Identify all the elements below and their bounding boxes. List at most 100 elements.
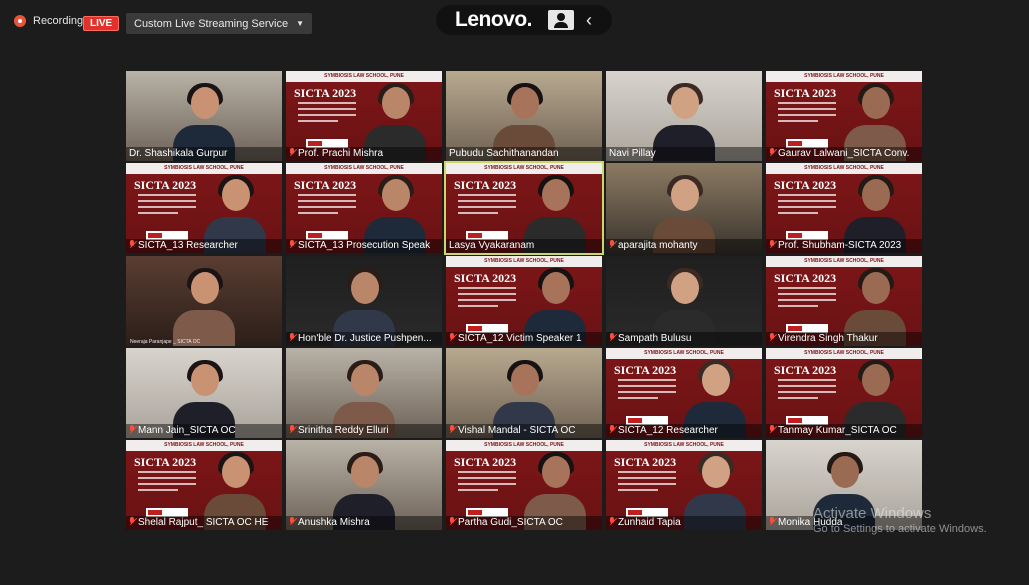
participant-name: SICTA_13 Prosecution Speak <box>298 240 431 251</box>
camera-person-icon[interactable] <box>548 10 575 30</box>
participant-tile[interactable]: Vishal Mandal - SICTA OC <box>446 348 602 438</box>
slide-title: SICTA 2023 <box>774 271 837 285</box>
participant-name: Prof. Prachi Mishra <box>298 148 384 159</box>
participant-name: Hon'ble Dr. Justice Pushpen... <box>298 333 432 344</box>
watermark-subtitle: Go to Settings to activate Windows. <box>813 523 987 535</box>
slide-text-lines <box>138 194 196 218</box>
slide-title: SICTA 2023 <box>614 455 677 469</box>
slide-text-lines <box>458 194 516 218</box>
participant-name: Vishal Mandal - SICTA OC <box>458 425 576 436</box>
mic-muted-icon <box>609 240 615 249</box>
slide-title: SICTA 2023 <box>774 363 837 377</box>
mic-muted-icon <box>289 148 295 157</box>
participant-tile[interactable]: Dr. Shashikala Gurpur <box>126 71 282 161</box>
brand-logo: Lenovo. <box>455 8 533 31</box>
chevron-left-icon[interactable]: ‹ <box>586 10 592 31</box>
participant-tile[interactable]: Pubudu Sachithanandan <box>446 71 602 161</box>
mic-muted-icon <box>449 517 455 526</box>
slide-title: SICTA 2023 <box>454 178 517 192</box>
participant-name: Pubudu Sachithanandan <box>449 148 559 159</box>
mic-muted-icon <box>129 240 135 249</box>
streaming-service-dropdown[interactable]: Custom Live Streaming Service ▼ <box>126 13 312 34</box>
participant-name-label: Dr. Shashikala Gurpur <box>126 147 282 161</box>
windows-activation-watermark: Activate Windows Go to Settings to activ… <box>813 505 987 535</box>
mic-muted-icon <box>289 333 295 342</box>
participant-name-label: SICTA_12 Researcher <box>606 424 762 438</box>
participant-name-label: SICTA_13 Researcher <box>126 239 282 253</box>
participant-tile[interactable]: SYMBIOSIS LAW SCHOOL, PUNE SICTA 2023 Part… <box>446 440 602 530</box>
slide-header: SYMBIOSIS LAW SCHOOL, PUNE <box>766 348 922 359</box>
participant-name: Zunhaid Tapia <box>618 517 681 528</box>
participant-tile[interactable]: Sampath Bulusu <box>606 256 762 346</box>
slide-header: SYMBIOSIS LAW SCHOOL, PUNE <box>286 163 442 174</box>
participant-name-label: Srinitha Reddy Elluri <box>286 424 442 438</box>
participant-tile[interactable]: Navi Pillay <box>606 71 762 161</box>
participant-name-label: Shelal Rajput_ SICTA OC HE <box>126 516 282 530</box>
mic-muted-icon <box>449 425 455 434</box>
mic-muted-icon <box>609 425 615 434</box>
slide-title: SICTA 2023 <box>454 271 517 285</box>
meeting-top-bar: Recording LIVE Custom Live Streaming Ser… <box>0 0 1029 48</box>
participant-tile[interactable]: Hon'ble Dr. Justice Pushpen... <box>286 256 442 346</box>
mic-muted-icon <box>289 425 295 434</box>
participant-tile[interactable]: Srinitha Reddy Elluri <box>286 348 442 438</box>
participant-tile[interactable]: SYMBIOSIS LAW SCHOOL, PUNE SICTA 2023 Shel… <box>126 440 282 530</box>
slide-title: SICTA 2023 <box>134 455 197 469</box>
participant-tile[interactable]: SYMBIOSIS LAW SCHOOL, PUNE SICTA 2023 SICT… <box>286 163 442 253</box>
participant-name: Lasya Vyakaranam <box>449 240 535 251</box>
mic-muted-icon <box>769 517 775 526</box>
live-badge[interactable]: LIVE <box>83 16 120 31</box>
participant-tile[interactable]: Mann Jain_SICTA OC <box>126 348 282 438</box>
participant-tile[interactable]: SYMBIOSIS LAW SCHOOL, PUNE SICTA 2023 Vire… <box>766 256 922 346</box>
participant-tile[interactable]: SYMBIOSIS LAW SCHOOL, PUNE SICTA 2023 Lasy… <box>444 161 604 255</box>
mic-muted-icon <box>609 333 615 342</box>
slide-text-lines <box>618 471 676 495</box>
participant-name-label: Anushka Mishra <box>286 516 442 530</box>
mic-muted-icon <box>289 240 295 249</box>
participant-tile[interactable]: SYMBIOSIS LAW SCHOOL, PUNE SICTA 2023 Prof… <box>286 71 442 161</box>
participant-tile[interactable]: SYMBIOSIS LAW SCHOOL, PUNE SICTA 2023 Prof… <box>766 163 922 253</box>
participant-tile[interactable]: aparajita mohanty <box>606 163 762 253</box>
participant-name: Prof. Shubham-SICTA 2023 <box>778 240 902 251</box>
participant-tile[interactable]: SYMBIOSIS LAW SCHOOL, PUNE SICTA 2023 SICT… <box>126 163 282 253</box>
participant-name: Partha Gudi_SICTA OC <box>458 517 563 528</box>
participant-tile[interactable]: SYMBIOSIS LAW SCHOOL, PUNE SICTA 2023 Tanm… <box>766 348 922 438</box>
participant-nameplate: Neeraja Paranjape _ SICTA OC <box>130 339 201 345</box>
slide-text-lines <box>778 194 836 218</box>
slide-header: SYMBIOSIS LAW SCHOOL, PUNE <box>126 440 282 451</box>
slide-header: SYMBIOSIS LAW SCHOOL, PUNE <box>286 71 442 82</box>
participant-name-label: Virendra Singh Thakur <box>766 332 922 346</box>
participant-video <box>173 268 235 346</box>
slide-header: SYMBIOSIS LAW SCHOOL, PUNE <box>446 440 602 451</box>
recording-label: Recording <box>33 15 84 27</box>
participant-tile[interactable]: SYMBIOSIS LAW SCHOOL, PUNE SICTA 2023 SICT… <box>446 256 602 346</box>
mic-muted-icon <box>449 333 455 342</box>
participant-name: Virendra Singh Thakur <box>778 333 878 344</box>
participant-name: aparajita mohanty <box>618 240 698 251</box>
slide-title: SICTA 2023 <box>774 178 837 192</box>
participant-name-label: Partha Gudi_SICTA OC <box>446 516 602 530</box>
recording-indicator[interactable]: Recording <box>14 15 83 27</box>
participant-name-label: Hon'ble Dr. Justice Pushpen... <box>286 332 442 346</box>
participant-tile[interactable]: SYMBIOSIS LAW SCHOOL, PUNE SICTA 2023 Gaur… <box>766 71 922 161</box>
participant-name-label: Prof. Prachi Mishra <box>286 147 442 161</box>
participant-name-label: Sampath Bulusu <box>606 332 762 346</box>
participant-name: SICTA_12 Researcher <box>618 425 718 436</box>
slide-text-lines <box>778 102 836 126</box>
participant-name-label: SICTA_13 Prosecution Speak <box>286 239 442 253</box>
participant-tile[interactable]: SYMBIOSIS LAW SCHOOL, PUNE SICTA 2023 SICT… <box>606 348 762 438</box>
participant-name: Tanmay Kumar_SICTA OC <box>778 425 897 436</box>
participant-tile[interactable]: Neeraja Paranjape _ SICTA OC <box>126 256 282 346</box>
participant-name-label: SICTA_12 Victim Speaker 1 <box>446 332 602 346</box>
participant-name-label: Prof. Shubham-SICTA 2023 <box>766 239 922 253</box>
slide-title: SICTA 2023 <box>454 455 517 469</box>
slide-title: SICTA 2023 <box>614 363 677 377</box>
participant-name-label: Vishal Mandal - SICTA OC <box>446 424 602 438</box>
participant-name-label: Zunhaid Tapia <box>606 516 762 530</box>
participant-tile[interactable]: SYMBIOSIS LAW SCHOOL, PUNE SICTA 2023 Zunh… <box>606 440 762 530</box>
slide-title: SICTA 2023 <box>294 86 357 100</box>
participant-tile[interactable]: Anushka Mishra <box>286 440 442 530</box>
mic-muted-icon <box>769 148 775 157</box>
participant-name: SICTA_12 Victim Speaker 1 <box>458 333 582 344</box>
slide-text-lines <box>778 379 836 403</box>
